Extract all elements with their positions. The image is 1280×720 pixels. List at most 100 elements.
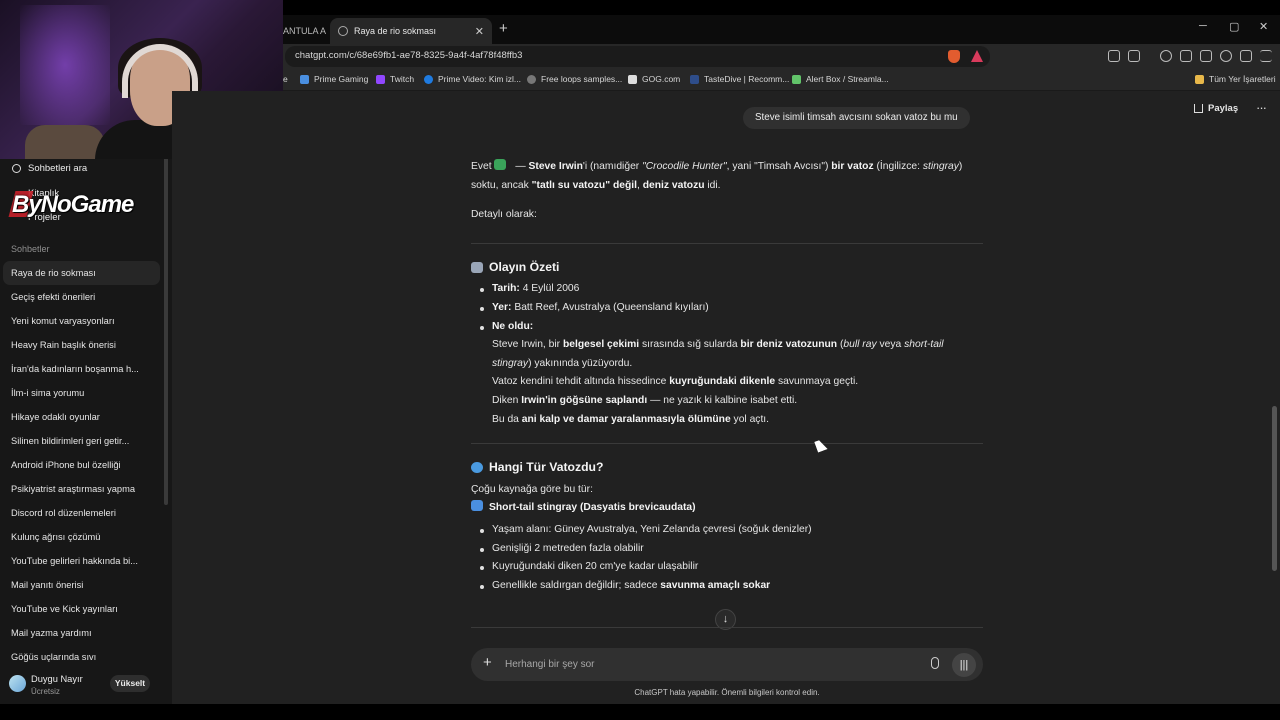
composer: + ||| — [471, 648, 983, 681]
chat-item[interactable]: Discord rol düzenlemeleri — [3, 501, 160, 525]
chat-item[interactable]: Geçiş efekti önerileri — [3, 285, 160, 309]
globe-icon — [338, 26, 348, 36]
leo-ai-icon[interactable] — [1220, 50, 1232, 62]
share-icon — [1194, 104, 1203, 113]
wallet-icon[interactable] — [1200, 50, 1212, 62]
chat-item[interactable]: Heavy Rain başlık önerisi — [3, 333, 160, 357]
divider — [471, 242, 983, 244]
all-bookmarks-folder[interactable]: Tüm Yer İşaretleri — [1195, 74, 1276, 84]
user-plan: Ücretsiz — [31, 687, 60, 696]
menu-icon[interactable] — [1260, 50, 1272, 62]
new-tab-button[interactable]: + — [499, 20, 508, 37]
chat-item[interactable]: Mail yanıtı önerisi — [3, 573, 160, 597]
extensions-icon[interactable] — [1108, 50, 1120, 62]
disclaimer: ChatGPT hata yapabilir. Önemli bilgileri… — [634, 688, 820, 697]
brave-rewards-icon[interactable] — [971, 50, 983, 62]
chat-item[interactable]: Mail yazma yardımı — [3, 621, 160, 645]
sidebar-scrollbar[interactable] — [164, 155, 168, 505]
list-item: Tarih: 4 Eylül 2006 — [479, 280, 983, 299]
streamlabs-icon — [792, 74, 801, 84]
facts-list: Yaşam alanı: Güney Avustralya, Yeni Zela… — [471, 521, 983, 595]
prime-gaming-icon — [300, 74, 309, 84]
bookmark-item[interactable]: Prime Video: Kim izl... — [424, 74, 521, 84]
bookmark-item[interactable]: TasteDive | Recomm... — [690, 74, 789, 84]
tastedive-icon — [690, 74, 699, 84]
microphone-icon[interactable] — [931, 657, 939, 669]
url-field[interactable]: chatgpt.com/c/68e69fb1-ae78-8325-9a4f-4a… — [285, 46, 990, 67]
main-scrollbar[interactable] — [1272, 406, 1277, 571]
chat-item[interactable]: Kulunç ağrısı çözümü — [3, 525, 160, 549]
bookmark-item[interactable]: e — [283, 74, 288, 84]
upgrade-button[interactable]: Yükselt — [110, 675, 150, 692]
tab-active[interactable]: Raya de rio sokması ✕ — [330, 18, 492, 44]
chat-item[interactable]: Hikaye odaklı oyunlar — [3, 405, 160, 429]
chat-item[interactable]: YouTube gelirleri hakkında bi... — [3, 549, 160, 573]
chat-item[interactable]: İlm-i sima yorumu — [3, 381, 160, 405]
gog-icon — [628, 74, 637, 84]
brave-shield-icon[interactable] — [948, 50, 960, 63]
chat-item[interactable]: Android iPhone bul özelliği — [3, 453, 160, 477]
chat-item[interactable]: İran'da kadınların boşanma h... — [3, 357, 160, 381]
divider — [471, 443, 983, 445]
chat-item[interactable]: Göğüs uçlarında sıvı — [3, 645, 160, 669]
folder-icon — [1195, 74, 1204, 84]
bynogame-watermark: ByNoGame — [12, 191, 134, 218]
crocodile-icon — [494, 159, 507, 170]
user-name: Duygu Nayır — [31, 674, 83, 684]
loops-icon — [527, 74, 536, 84]
attach-plus-icon[interactable]: + — [483, 654, 492, 671]
answer-detail-lead: Detaylı olarak: — [471, 209, 537, 221]
fish-icon — [471, 461, 483, 473]
prime-video-icon — [424, 74, 433, 84]
minimize-button[interactable]: ─ — [1199, 20, 1207, 32]
chat-item[interactable]: Raya de rio sokması — [3, 261, 160, 285]
list-item: Kuyruğundaki diken 20 cm'ye kadar ulaşab… — [479, 558, 983, 577]
divider — [471, 627, 983, 628]
list-item: Yer: Batt Reef, Avustralya (Queensland k… — [479, 299, 983, 318]
tab-label: Raya de rio sokması — [354, 26, 437, 36]
avatar[interactable] — [9, 675, 26, 692]
chat-item[interactable]: Yeni komut varyasyonları — [3, 309, 160, 333]
share-button[interactable]: Paylaş — [1194, 103, 1238, 114]
answer-intro: Evet — Steve Irwin'i (namıdiğer "Crocodi… — [471, 159, 963, 191]
maximize-button[interactable]: ▢ — [1229, 20, 1239, 33]
prompt-input[interactable] — [505, 656, 905, 673]
url-text: chatgpt.com/c/68e69fb1-ae78-8325-9a4f-4a… — [295, 50, 523, 61]
media-icon[interactable] — [1160, 50, 1172, 62]
what-happened-detail: Steve Irwin, bir belgesel çekimi sırasın… — [492, 339, 944, 425]
user-message: Steve isimli timsah avcısını sokan vatoz… — [743, 107, 970, 129]
sidebar-toggle-icon[interactable] — [1180, 50, 1192, 62]
species-name: Short-tail stingray (Dasyatis brevicauda… — [471, 499, 983, 518]
search-chats-button[interactable]: Sohbetleri ara — [12, 163, 87, 174]
news-icon — [471, 261, 483, 273]
bookmark-item[interactable]: Free loops samples... — [527, 74, 622, 84]
chat-list: Raya de rio sokması Geçiş efekti önerile… — [3, 261, 160, 669]
search-icon — [12, 164, 21, 173]
vpn-icon[interactable] — [1240, 50, 1252, 62]
user-profile[interactable]: Duygu Nayır Ücretsiz Yükselt — [0, 667, 172, 707]
chat-main: Paylaş ··· Steve isimli timsah avcısını … — [172, 91, 1280, 704]
voice-mode-button[interactable]: ||| — [952, 653, 976, 677]
bottom-bar — [0, 704, 1280, 720]
bookmark-item[interactable]: Prime Gaming — [300, 74, 368, 84]
chat-item[interactable]: YouTube ve Kick yayınları — [3, 597, 160, 621]
chat-item[interactable]: Silinen bildirimleri geri getir... — [3, 429, 160, 453]
tab-label: ANTULA A — [283, 26, 327, 36]
assistant-message: Evet — Steve Irwin'i (namıdiğer "Crocodi… — [471, 158, 983, 595]
list-item: Genellikle saldırgan değildir; sadece sa… — [479, 577, 983, 596]
bookmark-item[interactable]: Twitch — [376, 74, 414, 84]
more-options-button[interactable]: ··· — [1256, 100, 1267, 115]
section-heading: Hangi Tür Vatozdu? — [471, 458, 983, 477]
section-heading: Olayın Özeti — [471, 258, 983, 277]
bookmark-item[interactable]: Alert Box / Streamla... — [792, 74, 889, 84]
close-tab-icon[interactable]: ✕ — [475, 25, 484, 38]
reader-icon[interactable] — [1128, 50, 1140, 62]
twitch-icon — [376, 74, 385, 84]
arrow-right-icon — [471, 500, 483, 512]
summary-list: Tarih: 4 Eylül 2006 Yer: Batt Reef, Avus… — [471, 280, 983, 336]
list-item: Yaşam alanı: Güney Avustralya, Yeni Zela… — [479, 521, 983, 540]
tab-previous[interactable]: ANTULA A — [283, 18, 330, 44]
bookmark-item[interactable]: GOG.com — [628, 74, 680, 84]
chat-item[interactable]: Psikiyatrist araştırması yapma — [3, 477, 160, 501]
close-window-button[interactable]: ✕ — [1259, 20, 1268, 33]
